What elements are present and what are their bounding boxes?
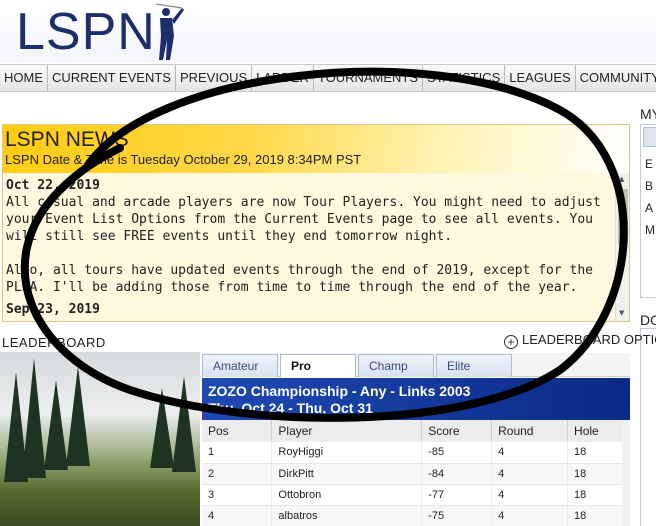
table-cell-pos: 3 bbox=[202, 484, 273, 506]
column-header-hole[interactable]: Hole bbox=[567, 420, 630, 442]
nav-item-community[interactable]: COMMUNITY bbox=[575, 65, 656, 91]
course-photo bbox=[0, 352, 200, 526]
nav-item-current-events[interactable]: CURRENT EVENTS bbox=[48, 65, 176, 91]
nav-item-home[interactable]: HOME bbox=[0, 65, 48, 91]
nav-item-statistics[interactable]: STATISTICS bbox=[423, 65, 506, 91]
table-cell-score: -75 bbox=[421, 505, 493, 526]
event-name[interactable]: ZOZO Championship - Any - Links 2003 bbox=[208, 383, 470, 399]
leaderboard-scrollbar[interactable] bbox=[622, 420, 630, 526]
event-dates: Thu, Oct 24 - Thu, Oct 31 bbox=[208, 400, 373, 416]
news-datetime: LSPN Date & Time is Tuesday October 29, … bbox=[5, 152, 362, 167]
table-cell-score: -77 bbox=[421, 484, 493, 506]
nav-item-leagues[interactable]: LEAGUES bbox=[505, 65, 576, 91]
leaderboard-options-button[interactable]: + LEADERBOARD OPTIONS bbox=[504, 332, 656, 349]
news-title: LSPN NEWS bbox=[5, 128, 129, 151]
tab-amateur[interactable]: Amateur bbox=[202, 354, 278, 377]
table-cell-round: 4 bbox=[491, 442, 569, 464]
leaderboard-title: LEADERBOARD bbox=[2, 335, 106, 350]
column-header-player[interactable]: Player bbox=[271, 420, 423, 442]
table-cell-player[interactable]: Ottobron bbox=[271, 484, 423, 506]
table-row[interactable]: 2 DirkPitt -84 4 18 bbox=[202, 463, 630, 485]
nav-item-ladder[interactable]: LADDER bbox=[252, 65, 314, 91]
news-panel: LSPN NEWS LSPN Date & Time is Tuesday Oc… bbox=[2, 124, 630, 322]
site-logo[interactable]: LSPN bbox=[16, 2, 156, 62]
right-panel: E B A M bbox=[640, 124, 656, 298]
column-header-pos[interactable]: Pos bbox=[202, 420, 273, 442]
scroll-up-icon[interactable]: ▲ bbox=[619, 175, 624, 183]
leaderboard-options-label: LEADERBOARD OPTIONS bbox=[522, 332, 656, 347]
table-cell-score: -85 bbox=[421, 442, 493, 464]
right-panel-title-2: DO bbox=[640, 312, 656, 328]
right-panel-row[interactable]: E bbox=[645, 157, 653, 171]
tab-elite[interactable]: Elite bbox=[436, 354, 512, 377]
table-cell-player[interactable]: albatros bbox=[271, 505, 423, 526]
golfer-silhouette-icon bbox=[155, 3, 184, 60]
news-scroll-thumb[interactable] bbox=[618, 189, 628, 245]
right-panel-2 bbox=[640, 328, 656, 526]
table-cell-pos: 4 bbox=[202, 505, 273, 526]
table-cell-hole: 18 bbox=[567, 442, 630, 464]
right-panel-title: MY bbox=[640, 106, 656, 122]
right-panel-row[interactable]: B bbox=[645, 179, 653, 193]
tab-pro[interactable]: Pro bbox=[280, 354, 356, 377]
table-cell-round: 4 bbox=[491, 505, 569, 526]
right-panel-row[interactable]: A bbox=[645, 201, 653, 215]
news-scrollbar[interactable]: ▲ ▼ bbox=[615, 173, 629, 321]
table-cell-hole: 18 bbox=[567, 463, 630, 485]
nav-item-tournaments[interactable]: TOURNAMENTS bbox=[313, 65, 424, 91]
event-banner: ZOZO Championship - Any - Links 2003 Thu… bbox=[202, 378, 630, 420]
right-panel-row[interactable]: M bbox=[645, 223, 655, 237]
table-cell-pos: 1 bbox=[202, 442, 273, 464]
scroll-down-icon[interactable]: ▼ bbox=[619, 309, 624, 317]
news-paragraph: Also, all tours have updated events thro… bbox=[6, 263, 593, 295]
table-row[interactable]: 4 albatros -75 4 18 bbox=[202, 505, 630, 526]
nav-item-previous[interactable]: PREVIOUS bbox=[175, 65, 253, 91]
news-body: Oct 22, 2019 All casual and arcade playe… bbox=[3, 173, 615, 321]
tab-champ[interactable]: Champ bbox=[358, 354, 434, 377]
table-cell-round: 4 bbox=[491, 484, 569, 506]
news-entry-date: Sep 23, 2019 bbox=[6, 302, 100, 317]
table-cell-score: -84 bbox=[421, 463, 493, 485]
table-cell-round: 4 bbox=[491, 463, 569, 485]
table-cell-player[interactable]: RoyHiggi bbox=[271, 442, 423, 464]
main-nav: HOME CURRENT EVENTS PREVIOUS LADDER TOURNAME… bbox=[0, 64, 656, 92]
table-row[interactable]: 1 RoyHiggi -85 4 18 bbox=[202, 442, 630, 464]
table-row[interactable]: 3 Ottobron -77 4 18 bbox=[202, 484, 630, 506]
news-entry-date: Oct 22, 2019 bbox=[6, 178, 100, 193]
news-paragraph: All casual and arcade players are now To… bbox=[6, 195, 601, 244]
right-panel-tab[interactable] bbox=[643, 127, 656, 147]
table-cell-hole: 18 bbox=[567, 505, 630, 526]
column-header-score[interactable]: Score bbox=[421, 420, 493, 442]
news-header: LSPN NEWS LSPN Date & Time is Tuesday Oc… bbox=[3, 125, 629, 173]
table-cell-player[interactable]: DirkPitt bbox=[271, 463, 423, 485]
site-header: LSPN bbox=[0, 0, 656, 62]
table-cell-pos: 2 bbox=[202, 463, 273, 485]
table-header-row: Pos Player Score Round Hole bbox=[202, 420, 630, 442]
leaderboard-table: Pos Player Score Round Hole 1 RoyHiggi -85… bbox=[202, 420, 630, 526]
column-header-round[interactable]: Round bbox=[491, 420, 569, 442]
leaderboard-tabs: Amateur Pro Champ Elite bbox=[202, 353, 630, 377]
plus-circle-icon: + bbox=[504, 335, 518, 349]
table-cell-hole: 18 bbox=[567, 484, 630, 506]
